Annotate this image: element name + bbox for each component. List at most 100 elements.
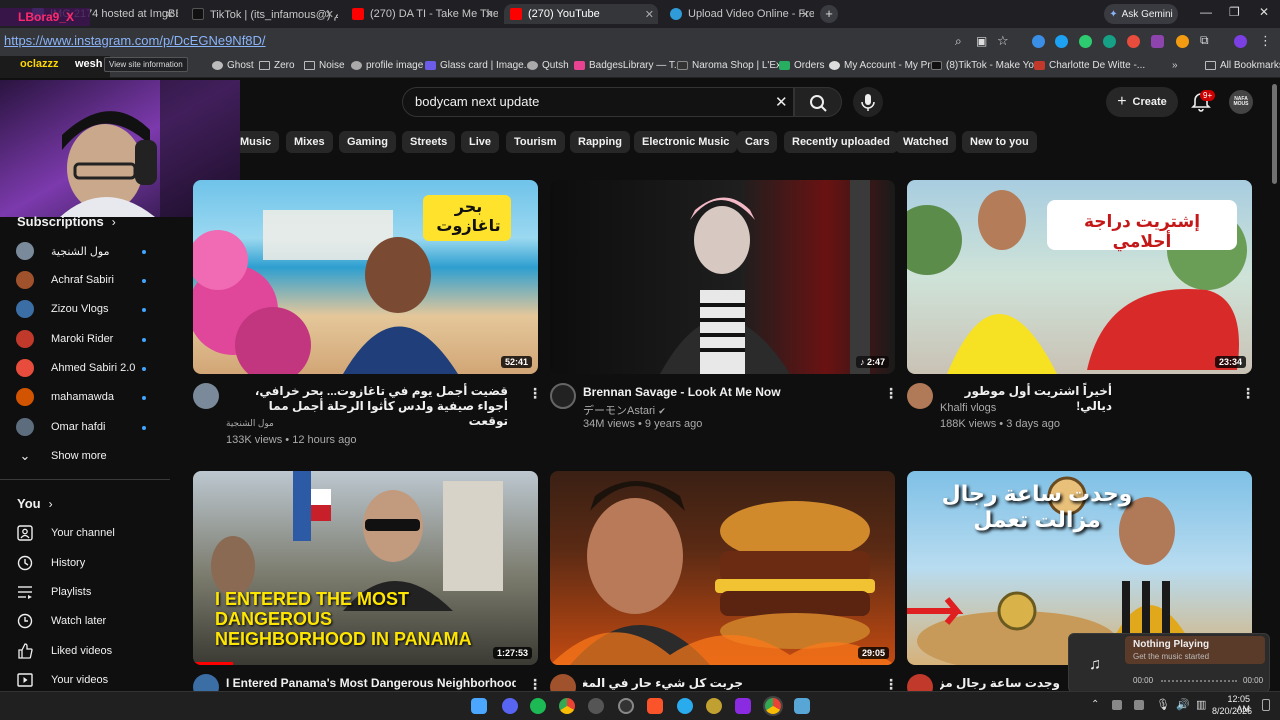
bookmark-badges[interactable]: BadgesLibrary — T... xyxy=(574,60,682,71)
sidebar-item-playlists[interactable]: Playlists xyxy=(16,581,91,603)
sidebar-item-liked-videos[interactable]: Liked videos xyxy=(16,640,112,662)
extension-icon[interactable] xyxy=(1103,35,1116,48)
page-scrollbar[interactable] xyxy=(1272,84,1277,184)
extension-icon[interactable] xyxy=(1079,35,1092,48)
close-icon[interactable]: ✕ xyxy=(325,8,334,21)
more-options-icon[interactable]: ⋮ xyxy=(528,385,542,402)
bookmark-tiktok[interactable]: (8)TikTok - Make Yo... xyxy=(931,60,1042,71)
show-more-button[interactable]: ⌄ Show more xyxy=(16,445,107,467)
subscription-item[interactable]: Maroki Rider xyxy=(16,328,113,350)
tray-icon[interactable] xyxy=(1134,700,1144,710)
music-progress-bar[interactable] xyxy=(1161,680,1237,682)
chip-watched[interactable]: Watched xyxy=(895,131,957,153)
close-window-icon[interactable]: ✕ xyxy=(1259,5,1269,19)
new-tab-button[interactable]: + xyxy=(820,5,838,23)
browser-menu-icon[interactable]: ⋮ xyxy=(1259,33,1272,49)
search-box[interactable]: ✕ xyxy=(402,87,794,117)
video-title[interactable]: I Entered Panama's Most Dangerous Neighb… xyxy=(226,676,516,691)
minimize-icon[interactable]: — xyxy=(1200,5,1212,19)
sidebar-item-history[interactable]: History xyxy=(16,552,85,574)
obs-icon[interactable] xyxy=(588,698,604,714)
volume-icon[interactable]: 🔊 xyxy=(1176,698,1190,711)
video-title[interactable]: وجدت ساعة رجال مزالت تعمل xyxy=(940,676,1060,691)
channel-avatar[interactable] xyxy=(550,383,576,409)
profile-avatar-icon[interactable] xyxy=(1234,35,1247,48)
video-title[interactable]: جربت كل شيء حار في المغرب xyxy=(583,676,743,691)
tray-chevron-icon[interactable]: ⌃ xyxy=(1091,699,1099,710)
cast-icon[interactable]: ▣ xyxy=(976,34,987,48)
bookmarks-overflow-icon[interactable]: » xyxy=(1172,60,1178,71)
account-avatar[interactable]: NAFA MOUS xyxy=(1229,90,1253,114)
tab-tiktok[interactable]: TikTok | (its_infamous@) كريم ✕ xyxy=(186,4,338,24)
close-icon[interactable]: ✕ xyxy=(801,8,810,21)
subscription-item[interactable]: Achraf Sabiri xyxy=(16,269,114,291)
tab-youtube-music[interactable]: (270) DA TI - Take Me There (O ✕ xyxy=(346,4,498,24)
chip-rapping[interactable]: Rapping xyxy=(570,131,630,153)
video-thumbnail[interactable]: 29:05 xyxy=(550,471,895,665)
sidebar-item-your-videos[interactable]: Your videos xyxy=(16,669,108,691)
subscriptions-heading[interactable]: Subscriptions › xyxy=(17,214,116,229)
mic-tray-icon[interactable]: 🎙 xyxy=(1156,698,1170,711)
steam-icon[interactable] xyxy=(618,698,634,714)
search-input[interactable] xyxy=(415,94,755,109)
bookmark-my-account[interactable]: My Account - My Pr... xyxy=(829,60,938,71)
bookmark-profile-image[interactable]: profile image xyxy=(351,60,423,71)
subscription-item[interactable]: مول الشنجية xyxy=(16,240,109,262)
video-thumbnail[interactable]: بحر تاغازوت 52:41 xyxy=(193,180,538,374)
notification-center-icon[interactable] xyxy=(1262,699,1270,711)
url-text[interactable]: https://www.instagram.com/p/DcEGNe9Nf8D/ xyxy=(4,33,266,48)
close-icon[interactable]: ✕ xyxy=(485,8,494,21)
channel-name[interactable]: مول الشنجية xyxy=(226,418,274,429)
channel-name[interactable]: デーモンAstari ✔ xyxy=(583,402,666,418)
chip-live[interactable]: Live xyxy=(461,131,500,153)
bookmark-qutsh[interactable]: Qutsh xyxy=(527,60,569,71)
extension-icon[interactable] xyxy=(1127,35,1140,48)
bookmark-naroma[interactable]: Naroma Shop | L'Ex... xyxy=(677,60,789,71)
subscription-item[interactable]: Ahmed Sabiri 2.0 xyxy=(16,357,135,379)
tab-upload[interactable]: Upload Video Online - Free Vid ✕ xyxy=(664,4,814,24)
app-icon[interactable] xyxy=(706,698,722,714)
discord-icon[interactable] xyxy=(502,698,518,714)
windows-start-icon[interactable] xyxy=(471,698,487,714)
bookmark-charlotte[interactable]: Charlotte De Witte -... xyxy=(1034,60,1145,71)
bookmark-star-icon[interactable]: ☆ xyxy=(997,33,1009,49)
create-button[interactable]: + Create xyxy=(1106,87,1178,117)
chip-gaming[interactable]: Gaming xyxy=(339,131,396,153)
you-heading[interactable]: You › xyxy=(17,496,53,511)
subscription-item[interactable]: Zizou Vlogs xyxy=(16,298,108,320)
bookmark-glass-card[interactable]: Glass card | Image... xyxy=(425,60,532,71)
bookmark-zero[interactable]: Zero xyxy=(259,60,295,71)
spotify-icon[interactable] xyxy=(530,698,546,714)
close-icon[interactable]: ✕ xyxy=(645,8,654,21)
chip-mixes[interactable]: Mixes xyxy=(286,131,333,153)
channel-name[interactable]: Khalfi vlogs xyxy=(940,402,996,414)
extension-icon[interactable] xyxy=(1176,35,1189,48)
more-options-icon[interactable]: ⋮ xyxy=(1241,385,1255,402)
close-icon[interactable]: ✕ xyxy=(165,8,174,21)
ask-gemini-button[interactable]: ✦ Ask Gemini xyxy=(1104,4,1178,24)
more-options-icon[interactable]: ⋮ xyxy=(884,385,898,402)
tab-youtube[interactable]: (270) YouTube ✕ xyxy=(504,4,658,24)
chip-new-to-you[interactable]: New to you xyxy=(962,131,1037,153)
extension-icon[interactable] xyxy=(1151,35,1164,48)
subscription-item[interactable]: Omar hafdi xyxy=(16,416,105,438)
url-field[interactable]: https://www.instagram.com/p/DcEGNe9Nf8D/ xyxy=(0,30,940,52)
chip-streets[interactable]: Streets xyxy=(402,131,456,153)
bookmark-noise[interactable]: Noise xyxy=(304,60,345,71)
extension-icon[interactable] xyxy=(1055,35,1068,48)
chip-cars[interactable]: Cars xyxy=(737,131,778,153)
chip-tourism[interactable]: Tourism xyxy=(506,131,565,153)
sidebar-item-your-channel[interactable]: Your channel xyxy=(16,522,115,544)
channel-avatar[interactable] xyxy=(907,383,933,409)
chip-electronic-music[interactable]: Electronic Music xyxy=(634,131,738,153)
bookmark-ghost[interactable]: Ghost xyxy=(212,60,254,71)
chip-recently-uploaded[interactable]: Recently uploaded xyxy=(784,131,898,153)
video-thumbnail[interactable]: ♪ 2:47 xyxy=(550,180,895,374)
video-thumbnail[interactable]: I ENTERED THE MOST DANGEROUS NEIGHBORHOO… xyxy=(193,471,538,665)
subscription-item[interactable]: mahamawda xyxy=(16,386,114,408)
app-icon[interactable] xyxy=(735,698,751,714)
tray-icon[interactable] xyxy=(1112,700,1122,710)
search-button[interactable] xyxy=(794,87,842,117)
app-icon[interactable] xyxy=(794,698,810,714)
network-icon[interactable]: ▥ xyxy=(1196,698,1206,711)
